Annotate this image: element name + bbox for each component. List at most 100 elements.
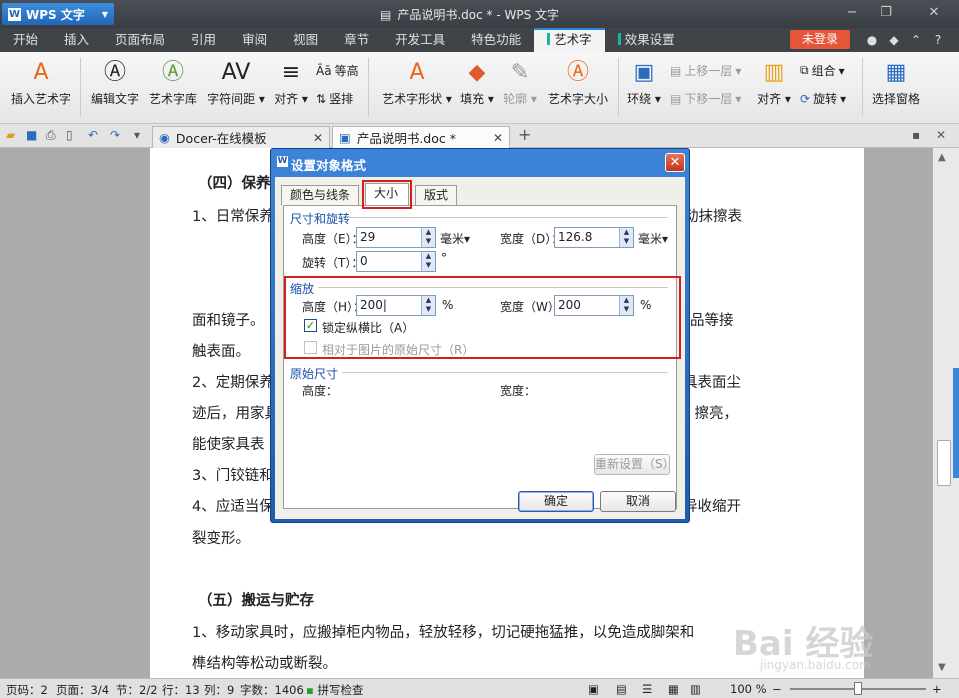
vertical-text-button[interactable]: ⇅ 竖排 bbox=[316, 90, 353, 107]
zoom-level[interactable]: 100 % bbox=[730, 682, 767, 696]
doc-line-fragment: 动抹擦表 bbox=[684, 209, 742, 225]
spell-check-icon: ▪ bbox=[306, 683, 314, 697]
tab-view[interactable]: 视图 bbox=[280, 28, 331, 52]
share-icon[interactable]: ◆ bbox=[886, 32, 902, 48]
height-input[interactable]: 29 ▲ ▼ bbox=[356, 227, 436, 248]
word-doc-icon: ▣ bbox=[339, 130, 351, 145]
fullscreen-icon[interactable]: ▣ bbox=[588, 682, 599, 696]
spinner-arrows-icon[interactable]: ▲ ▼ bbox=[421, 228, 435, 247]
fill-bucket-icon: ◆ bbox=[468, 60, 486, 85]
maximize-icon[interactable]: ❐ bbox=[876, 5, 896, 20]
wps-logo-icon: W bbox=[8, 7, 21, 21]
tab-start[interactable]: 开始 bbox=[0, 28, 51, 52]
scroll-down-icon[interactable]: ▼ bbox=[938, 662, 946, 673]
cancel-button[interactable]: 取消 bbox=[600, 491, 676, 512]
login-button[interactable]: 未登录 bbox=[790, 30, 850, 49]
tab-developer[interactable]: 开发工具 bbox=[382, 28, 458, 52]
tab-layout[interactable]: 版式 bbox=[415, 185, 458, 205]
tab-wordart[interactable]: 艺术字 bbox=[534, 28, 605, 52]
window-title: ▤ 产品说明书.doc * - WPS 文字 bbox=[380, 7, 560, 23]
wordart-a-icon: A bbox=[33, 60, 49, 85]
fill-button[interactable]: ◆ 填充 ▾ bbox=[458, 60, 496, 107]
scroll-up-icon[interactable]: ▲ bbox=[938, 152, 946, 163]
rotate-input[interactable]: 0 ▲ ▼ bbox=[356, 251, 436, 272]
app-menu-button[interactable]: W WPS 文字 ▼ bbox=[2, 3, 114, 25]
spell-check-button[interactable]: ▪ 拼写检查 bbox=[306, 682, 363, 698]
height-unit-select[interactable]: 毫米▾ bbox=[440, 230, 470, 247]
reset-button[interactable]: 重新设置（S） bbox=[594, 454, 675, 475]
tab-features[interactable]: 特色功能 bbox=[458, 28, 534, 52]
minimize-icon[interactable]: − bbox=[842, 5, 862, 20]
print-preview-icon[interactable]: ▯ bbox=[66, 128, 73, 142]
tab-effects[interactable]: 效果设置 bbox=[605, 28, 688, 52]
group-button[interactable]: ⧉ 组合 ▾ bbox=[800, 62, 845, 79]
equal-height-button[interactable]: Āā 等高 bbox=[316, 62, 359, 79]
char-spacing-button[interactable]: AV 字符间距 ▾ bbox=[204, 60, 268, 107]
align2-button[interactable]: ▥ 对齐 ▾ bbox=[754, 60, 794, 107]
width-unit-select[interactable]: 毫米▾ bbox=[638, 230, 668, 247]
web-view-icon[interactable]: ▦ bbox=[668, 682, 679, 696]
side-panel-tab[interactable] bbox=[953, 368, 959, 478]
wordart-size-button[interactable]: Ⓐ 艺术字大小 bbox=[544, 60, 612, 107]
chevron-down-icon: ▼ bbox=[101, 9, 108, 19]
tab-chapter[interactable]: 章节 bbox=[331, 28, 382, 52]
help-icon[interactable]: ? bbox=[930, 32, 946, 48]
selection-pane-button[interactable]: ▦ 选择窗格 bbox=[868, 60, 924, 107]
close-tab-icon[interactable]: ✕ bbox=[313, 131, 323, 145]
status-bar: 页码：2 页面：3/4 节：2/2 行：13 列：9 字数：1406 ▪ 拼写检… bbox=[0, 678, 959, 698]
new-tab-icon[interactable]: + bbox=[518, 125, 531, 144]
rotate-button[interactable]: ⟳ 旋转 ▾ bbox=[800, 90, 846, 107]
width-input[interactable]: 126.8 ▲ ▼ bbox=[554, 227, 634, 248]
bring-forward-button[interactable]: ▤ 上移一层 ▾ bbox=[670, 62, 741, 79]
tab-list-icon[interactable]: ▪ bbox=[912, 128, 920, 142]
page-view-icon[interactable]: ▤ bbox=[616, 682, 627, 696]
tab-document[interactable]: ▣ 产品说明书.doc * ✕ bbox=[332, 126, 510, 148]
original-height-label: 高度： bbox=[302, 384, 339, 398]
wrap-icon: ▣ bbox=[633, 60, 655, 85]
tab-layout[interactable]: 页面布局 bbox=[102, 28, 178, 52]
spinner-arrows-icon[interactable]: ▲ ▼ bbox=[619, 228, 633, 247]
tab-docer[interactable]: ◉ Docer-在线模板 ✕ bbox=[152, 126, 330, 148]
open-folder-icon[interactable]: ▰ bbox=[6, 128, 15, 142]
dialog-close-button[interactable]: ✕ bbox=[665, 153, 685, 172]
wordart-shape-button[interactable]: A 艺术字形状 ▾ bbox=[376, 60, 458, 107]
customize-toolbar-icon[interactable]: ▾ bbox=[134, 128, 140, 142]
close-tab-icon[interactable]: ✕ bbox=[493, 131, 503, 145]
zoom-in-icon[interactable]: + bbox=[932, 682, 942, 696]
zoom-out-icon[interactable]: − bbox=[772, 682, 782, 696]
spinner-arrows-icon[interactable]: ▲ ▼ bbox=[421, 252, 435, 271]
print-icon[interactable]: ⎙ bbox=[46, 128, 56, 143]
group-line bbox=[342, 372, 668, 373]
status-words: 字数：1406 bbox=[240, 683, 304, 697]
tab-review[interactable]: 审阅 bbox=[229, 28, 280, 52]
rotate-unit: ° bbox=[441, 251, 447, 265]
wordart-library-button[interactable]: Ⓐ 艺术字库 bbox=[146, 60, 200, 107]
reading-view-icon[interactable]: ▥ bbox=[690, 682, 701, 696]
zoom-slider-handle[interactable] bbox=[854, 682, 862, 695]
ok-button[interactable]: 确定 bbox=[518, 491, 594, 512]
redo-icon[interactable]: ↷ bbox=[110, 128, 120, 142]
outline-view-icon[interactable]: ☰ bbox=[642, 682, 652, 696]
save-icon[interactable]: ■ bbox=[26, 128, 37, 142]
skin-icon[interactable]: ● bbox=[864, 32, 880, 48]
doc-line-fragment: 异收缩开 bbox=[683, 499, 741, 515]
scrollbar-thumb[interactable] bbox=[937, 440, 951, 486]
close-all-icon[interactable]: ✕ bbox=[936, 128, 946, 142]
undo-icon[interactable]: ↶ bbox=[88, 128, 98, 142]
doc-line: 触表面。 bbox=[192, 344, 250, 360]
tab-insert[interactable]: 插入 bbox=[51, 28, 102, 52]
highlight-box bbox=[362, 180, 412, 209]
insert-wordart-button[interactable]: A 插入艺术字 bbox=[6, 60, 76, 107]
wps-logo-icon: W bbox=[277, 156, 288, 167]
doc-line: 4、应适当保 bbox=[192, 499, 274, 515]
close-icon[interactable]: ✕ bbox=[924, 5, 944, 20]
collapse-icon[interactable]: ⌃ bbox=[908, 32, 924, 48]
highlight-box bbox=[284, 276, 681, 359]
outline-button[interactable]: ✎ 轮廓 ▾ bbox=[500, 60, 540, 107]
edit-text-button[interactable]: Ⓐ 编辑文字 bbox=[88, 60, 142, 107]
align-button[interactable]: ≡ 对齐 ▾ bbox=[270, 60, 312, 107]
tab-reference[interactable]: 引用 bbox=[178, 28, 229, 52]
wrap-button[interactable]: ▣ 环绕 ▾ bbox=[624, 60, 664, 107]
send-backward-button[interactable]: ▤ 下移一层 ▾ bbox=[670, 90, 741, 107]
tab-color-line[interactable]: 颜色与线条 bbox=[281, 185, 360, 205]
